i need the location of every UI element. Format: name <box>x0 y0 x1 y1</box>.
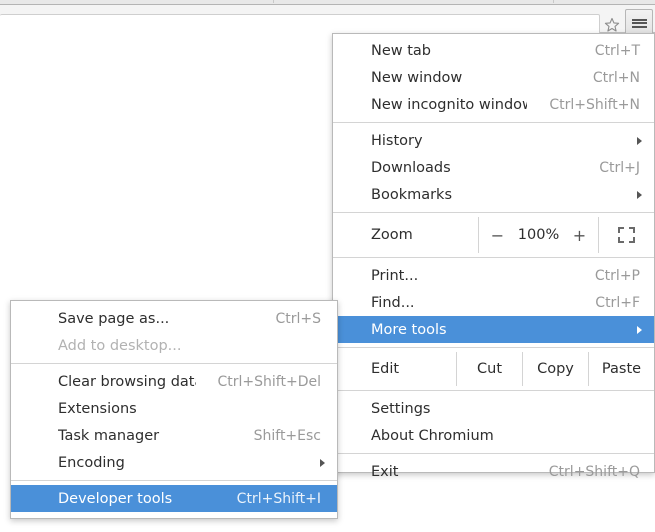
menu-item-shortcut: Ctrl+Shift+N <box>527 97 640 113</box>
menu-item-encoding[interactable]: Encoding <box>11 449 337 476</box>
tab-divider <box>273 0 274 3</box>
more-tools-submenu: Save page as... Ctrl+S Add to desktop...… <box>10 300 338 519</box>
menu-separator <box>333 453 654 454</box>
browser-window: New tab Ctrl+T New window Ctrl+N New inc… <box>0 0 655 532</box>
edit-label: Edit <box>333 352 456 386</box>
menu-item-more-tools[interactable]: More tools <box>333 316 654 343</box>
menu-item-label: Find... <box>371 295 573 311</box>
menu-item-label: Downloads <box>371 160 577 176</box>
menu-item-label: New tab <box>371 43 573 59</box>
menu-item-label: Exit <box>371 464 527 480</box>
menu-item-shortcut: Ctrl+P <box>573 268 640 284</box>
zoom-row: Zoom − 100% + <box>333 217 654 253</box>
menu-separator <box>11 480 337 481</box>
browser-toolbar <box>0 5 655 33</box>
menu-separator <box>333 390 654 391</box>
menu-item-label: Task manager <box>58 428 232 444</box>
menu-separator <box>333 257 654 258</box>
menu-separator <box>333 212 654 213</box>
chrome-main-menu: New tab Ctrl+T New window Ctrl+N New inc… <box>332 33 655 473</box>
menu-item-new-tab[interactable]: New tab Ctrl+T <box>333 37 654 64</box>
chevron-right-icon <box>320 459 325 467</box>
menu-item-label: More tools <box>371 322 640 338</box>
menu-item-shortcut: Ctrl+Shift+Q <box>527 464 640 480</box>
menu-item-save-page-as[interactable]: Save page as... Ctrl+S <box>11 305 337 332</box>
menu-item-about-chromium[interactable]: About Chromium <box>333 422 654 449</box>
menu-item-label: About Chromium <box>371 428 640 444</box>
menu-item-shortcut: Ctrl+Shift+Del <box>196 374 321 390</box>
menu-bar-1 <box>632 19 647 21</box>
menu-item-developer-tools[interactable]: Developer tools Ctrl+Shift+I <box>11 485 337 512</box>
menu-item-new-incognito-window[interactable]: New incognito window Ctrl+Shift+N <box>333 91 654 118</box>
menu-item-shortcut: Ctrl+S <box>253 311 321 327</box>
zoom-in-button[interactable]: + <box>565 226 595 245</box>
menu-item-find[interactable]: Find... Ctrl+F <box>333 289 654 316</box>
menu-item-shortcut: Ctrl+N <box>571 70 640 86</box>
menu-item-label: Developer tools <box>58 491 215 507</box>
menu-item-label: Settings <box>371 401 640 417</box>
cut-button[interactable]: Cut <box>456 352 522 386</box>
menu-bar-3 <box>632 26 647 28</box>
menu-item-downloads[interactable]: Downloads Ctrl+J <box>333 154 654 181</box>
fullscreen-icon <box>618 227 635 243</box>
chevron-right-icon <box>637 191 642 199</box>
menu-item-label: Encoding <box>58 455 321 471</box>
menu-item-label: Add to desktop... <box>58 338 321 354</box>
menu-bar-2 <box>632 22 647 24</box>
menu-item-shortcut: Ctrl+Shift+I <box>215 491 321 507</box>
menu-item-label: New window <box>371 70 571 86</box>
copy-button[interactable]: Copy <box>522 352 588 386</box>
menu-item-extensions[interactable]: Extensions <box>11 395 337 422</box>
menu-item-add-to-desktop: Add to desktop... <box>11 332 337 359</box>
menu-item-task-manager[interactable]: Task manager Shift+Esc <box>11 422 337 449</box>
menu-item-label: Print... <box>371 268 573 284</box>
chevron-right-icon <box>637 326 642 334</box>
zoom-out-button[interactable]: − <box>483 226 513 245</box>
chevron-right-icon <box>637 137 642 145</box>
tab-divider <box>553 0 554 3</box>
menu-separator <box>333 347 654 348</box>
menu-item-shortcut: Ctrl+T <box>573 43 640 59</box>
menu-item-label: History <box>371 133 640 149</box>
menu-item-label: Bookmarks <box>371 187 640 203</box>
zoom-level-value: 100% <box>513 227 565 243</box>
menu-item-new-window[interactable]: New window Ctrl+N <box>333 64 654 91</box>
menu-item-label: Clear browsing data... <box>58 374 196 390</box>
menu-item-shortcut: Shift+Esc <box>232 428 321 444</box>
menu-item-label: Extensions <box>58 401 321 417</box>
paste-button[interactable]: Paste <box>588 352 654 386</box>
zoom-controls: − 100% + <box>478 217 599 253</box>
menu-item-shortcut: Ctrl+J <box>577 160 640 176</box>
menu-item-bookmarks[interactable]: Bookmarks <box>333 181 654 208</box>
menu-item-shortcut: Ctrl+F <box>573 295 640 311</box>
menu-item-history[interactable]: History <box>333 127 654 154</box>
zoom-label: Zoom <box>333 217 478 253</box>
menu-item-clear-browsing-data[interactable]: Clear browsing data... Ctrl+Shift+Del <box>11 368 337 395</box>
menu-item-label: New incognito window <box>371 97 527 113</box>
menu-item-settings[interactable]: Settings <box>333 395 654 422</box>
edit-row: Edit Cut Copy Paste <box>333 352 654 386</box>
menu-item-label: Save page as... <box>58 311 253 327</box>
fullscreen-button[interactable] <box>599 217 654 253</box>
menu-separator <box>11 363 337 364</box>
menu-item-exit[interactable]: Exit Ctrl+Shift+Q <box>333 458 654 485</box>
menu-separator <box>333 122 654 123</box>
menu-item-print[interactable]: Print... Ctrl+P <box>333 262 654 289</box>
